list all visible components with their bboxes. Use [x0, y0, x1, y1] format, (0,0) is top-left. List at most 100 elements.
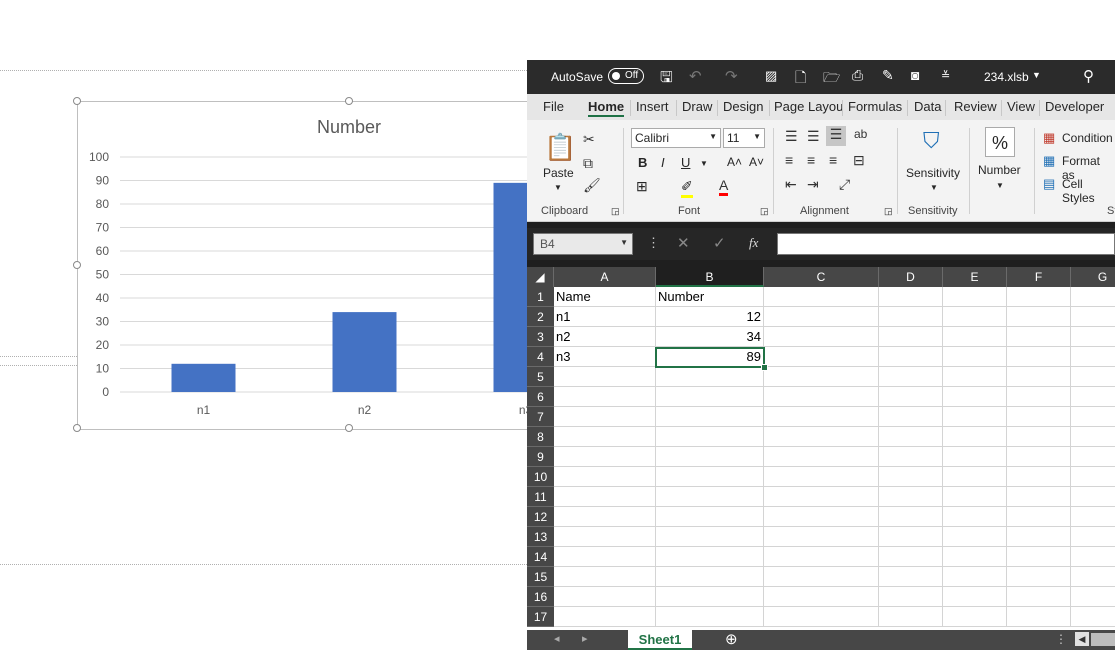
fill-handle[interactable]: [761, 364, 768, 371]
redo-icon[interactable]: ↷: [725, 67, 738, 85]
cell-b13[interactable]: [656, 527, 764, 547]
cell-c3[interactable]: [764, 327, 879, 347]
cell-a15[interactable]: [554, 567, 656, 587]
autosave-toggle[interactable]: Off: [608, 68, 644, 84]
select-all-corner[interactable]: ◢: [527, 267, 554, 287]
row-header-15[interactable]: 15: [527, 567, 554, 587]
cell-b7[interactable]: [656, 407, 764, 427]
tab-home[interactable]: Home: [588, 99, 625, 117]
cell-a10[interactable]: [554, 467, 656, 487]
alignment-launcher-icon[interactable]: ◲: [884, 206, 893, 217]
font-color-icon[interactable]: A: [719, 177, 729, 196]
cell-g5[interactable]: [1071, 367, 1115, 387]
cell-f13[interactable]: [1007, 527, 1071, 547]
cell-a3[interactable]: n2: [554, 327, 656, 347]
tab-insert[interactable]: Insert: [636, 99, 669, 114]
cell-a1[interactable]: Name: [554, 287, 656, 307]
cell-g11[interactable]: [1071, 487, 1115, 507]
customize-qat-icon[interactable]: ≚: [941, 69, 950, 82]
number-dropdown-icon[interactable]: ▼: [996, 181, 1004, 190]
cell-f15[interactable]: [1007, 567, 1071, 587]
undo-icon[interactable]: ↶: [689, 67, 702, 85]
cell-b6[interactable]: [656, 387, 764, 407]
cell-e5[interactable]: [943, 367, 1007, 387]
cell-e13[interactable]: [943, 527, 1007, 547]
format-as-table-icon[interactable]: ▦: [1043, 153, 1055, 169]
pen-icon[interactable]: ✎: [882, 67, 894, 84]
chart-resize-handle-bm[interactable]: [345, 424, 353, 432]
cell-f4[interactable]: [1007, 347, 1071, 367]
format-painter-icon[interactable]: 🖌: [583, 177, 601, 194]
cell-b5[interactable]: [656, 367, 764, 387]
merge-center-icon[interactable]: ⊟: [853, 152, 865, 169]
sensitivity-dropdown-icon[interactable]: ▼: [930, 183, 938, 192]
cell-b1[interactable]: Number: [656, 287, 764, 307]
column-header-g[interactable]: G: [1071, 267, 1115, 287]
cell-d15[interactable]: [879, 567, 943, 587]
fill-color-icon[interactable]: ✐: [681, 178, 693, 198]
cell-g10[interactable]: [1071, 467, 1115, 487]
row-header-13[interactable]: 13: [527, 527, 554, 547]
cell-c7[interactable]: [764, 407, 879, 427]
tab-developer[interactable]: Developer: [1045, 99, 1104, 114]
paste-button-label[interactable]: Paste: [543, 166, 574, 180]
tab-design[interactable]: Design: [723, 99, 763, 114]
scroll-left-icon[interactable]: ◂: [554, 632, 560, 645]
cell-f8[interactable]: [1007, 427, 1071, 447]
cell-d13[interactable]: [879, 527, 943, 547]
cell-g12[interactable]: [1071, 507, 1115, 527]
bold-button[interactable]: B: [638, 155, 647, 170]
cell-c9[interactable]: [764, 447, 879, 467]
cell-a5[interactable]: [554, 367, 656, 387]
cell-c14[interactable]: [764, 547, 879, 567]
save-icon[interactable]: 🖫: [660, 67, 673, 92]
tab-file[interactable]: File: [543, 99, 564, 114]
cell-g17[interactable]: [1071, 607, 1115, 627]
tab-review[interactable]: Review: [954, 99, 997, 114]
cell-a9[interactable]: [554, 447, 656, 467]
tab-draw[interactable]: Draw: [682, 99, 712, 114]
row-header-4[interactable]: 4: [527, 347, 554, 367]
row-header-2[interactable]: 2: [527, 307, 554, 327]
cell-f5[interactable]: [1007, 367, 1071, 387]
cell-f6[interactable]: [1007, 387, 1071, 407]
number-button-label[interactable]: Number: [978, 163, 1021, 177]
cell-g14[interactable]: [1071, 547, 1115, 567]
row-header-1[interactable]: 1: [527, 287, 554, 307]
cell-c15[interactable]: [764, 567, 879, 587]
increase-font-icon[interactable]: A˄: [727, 155, 742, 169]
sensitivity-button-label[interactable]: Sensitivity: [906, 166, 960, 180]
paste-icon[interactable]: 📋: [544, 132, 576, 163]
cell-e9[interactable]: [943, 447, 1007, 467]
camera-icon[interactable]: ◙: [911, 67, 919, 83]
align-center-icon[interactable]: ≡: [807, 152, 815, 168]
cell-d10[interactable]: [879, 467, 943, 487]
horizontal-scrollbar[interactable]: [1091, 633, 1115, 646]
tab-formulas[interactable]: Formulas: [848, 99, 902, 114]
open-folder-icon[interactable]: 🗁: [823, 67, 840, 91]
conditional-formatting-icon[interactable]: ▦: [1043, 130, 1055, 146]
cell-styles-button[interactable]: Cell Styles: [1062, 177, 1115, 205]
chart-resize-handle-ml[interactable]: [73, 261, 81, 269]
cell-d2[interactable]: [879, 307, 943, 327]
cell-c6[interactable]: [764, 387, 879, 407]
cell-a6[interactable]: [554, 387, 656, 407]
font-size-select[interactable]: 11 ▼: [723, 128, 765, 148]
cell-g15[interactable]: [1071, 567, 1115, 587]
insert-function-icon[interactable]: fx: [749, 235, 758, 251]
cell-e17[interactable]: [943, 607, 1007, 627]
cell-d12[interactable]: [879, 507, 943, 527]
clipboard-launcher-icon[interactable]: ◲: [611, 206, 620, 217]
column-header-d[interactable]: D: [879, 267, 943, 287]
horizontal-scroll-left-icon[interactable]: ◀: [1075, 632, 1089, 646]
cell-e1[interactable]: [943, 287, 1007, 307]
row-header-6[interactable]: 6: [527, 387, 554, 407]
cell-f12[interactable]: [1007, 507, 1071, 527]
cell-e16[interactable]: [943, 587, 1007, 607]
cell-c8[interactable]: [764, 427, 879, 447]
row-header-8[interactable]: 8: [527, 427, 554, 447]
cell-c16[interactable]: [764, 587, 879, 607]
cell-g7[interactable]: [1071, 407, 1115, 427]
row-header-11[interactable]: 11: [527, 487, 554, 507]
tab-page-layout[interactable]: Page Layou: [774, 99, 843, 114]
